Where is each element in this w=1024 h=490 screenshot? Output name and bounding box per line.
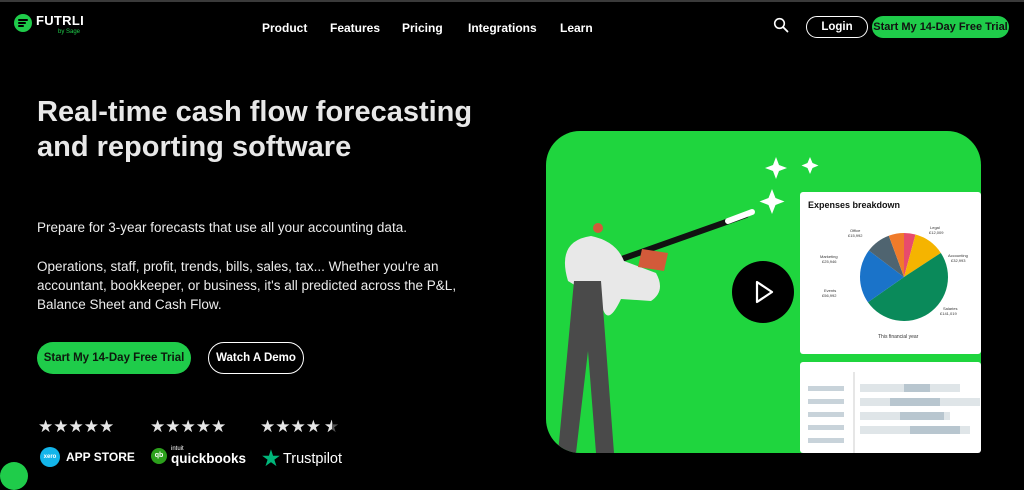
search-icon[interactable]: [773, 17, 789, 33]
xero-icon: xero: [40, 447, 60, 467]
login-button[interactable]: Login: [806, 16, 868, 38]
nav-features[interactable]: Features: [330, 21, 380, 35]
header-trial-button[interactable]: Start My 14-Day Free Trial: [872, 16, 1009, 38]
quickbooks-label: quickbooks: [171, 451, 247, 466]
hero-paragraph-2: Operations, staff, profit, trends, bills…: [37, 259, 457, 312]
nav-learn[interactable]: Learn: [560, 21, 593, 35]
play-button[interactable]: [732, 261, 794, 323]
logo-subtext: by Sage: [58, 29, 81, 35]
expenses-chart-card: Expenses breakdown Office £15,992 Legal £1…: [800, 192, 981, 354]
app-store-label: APP STORE: [66, 450, 135, 464]
label-office: Office £15,992: [848, 228, 863, 238]
table-placeholder: [808, 372, 980, 453]
nav-product[interactable]: Product: [262, 21, 307, 35]
watch-demo-button[interactable]: Watch A Demo: [208, 342, 304, 374]
table-card: [800, 362, 981, 453]
logo-text: FUTRLI: [36, 13, 85, 28]
hero-paragraph-1: Prepare for 3-year forecasts that use al…: [37, 220, 407, 235]
app-store-rating-stars: ★★★★★: [38, 417, 115, 436]
logo-icon: [14, 14, 32, 32]
chart-caption: This financial year: [878, 334, 919, 340]
hero-title: Real-time cash flow forecasting and repo…: [37, 96, 473, 163]
play-icon: [755, 280, 774, 304]
trustpilot-star-icon: ★: [262, 448, 280, 470]
label-events: Events £56,992: [822, 288, 837, 298]
label-marketing: Marketing £25,946: [820, 254, 838, 264]
trustpilot-badge[interactable]: ★ Trustpilot: [262, 446, 342, 471]
futrli-logo[interactable]: FUTRLI by Sage: [14, 10, 84, 35]
quickbooks-rating-stars: ★★★★★: [150, 417, 227, 436]
top-border: [0, 0, 1024, 2]
trustpilot-label: Trustpilot: [282, 450, 343, 467]
hero-trial-button[interactable]: Start My 14-Day Free Trial: [37, 342, 191, 374]
quickbooks-badge[interactable]: qb intuit quickbooks: [151, 446, 246, 466]
label-salaries: Salaries £141,019: [940, 306, 957, 316]
trustpilot-rating-stars: ★★★★★★: [260, 417, 340, 436]
expenses-pie-chart: Office £15,992 Legal £12,009 Accounting £32…: [820, 225, 968, 322]
xero-app-store-badge[interactable]: xero APP STORE: [40, 447, 135, 467]
nav-pricing[interactable]: Pricing: [402, 21, 443, 35]
chat-widget-icon[interactable]: [0, 462, 28, 490]
label-legal: Legal £12,009: [929, 225, 944, 235]
quickbooks-icon: qb: [151, 447, 167, 464]
label-accounting: Accounting £32,993: [948, 253, 968, 263]
nav-integrations[interactable]: Integrations: [468, 21, 537, 35]
